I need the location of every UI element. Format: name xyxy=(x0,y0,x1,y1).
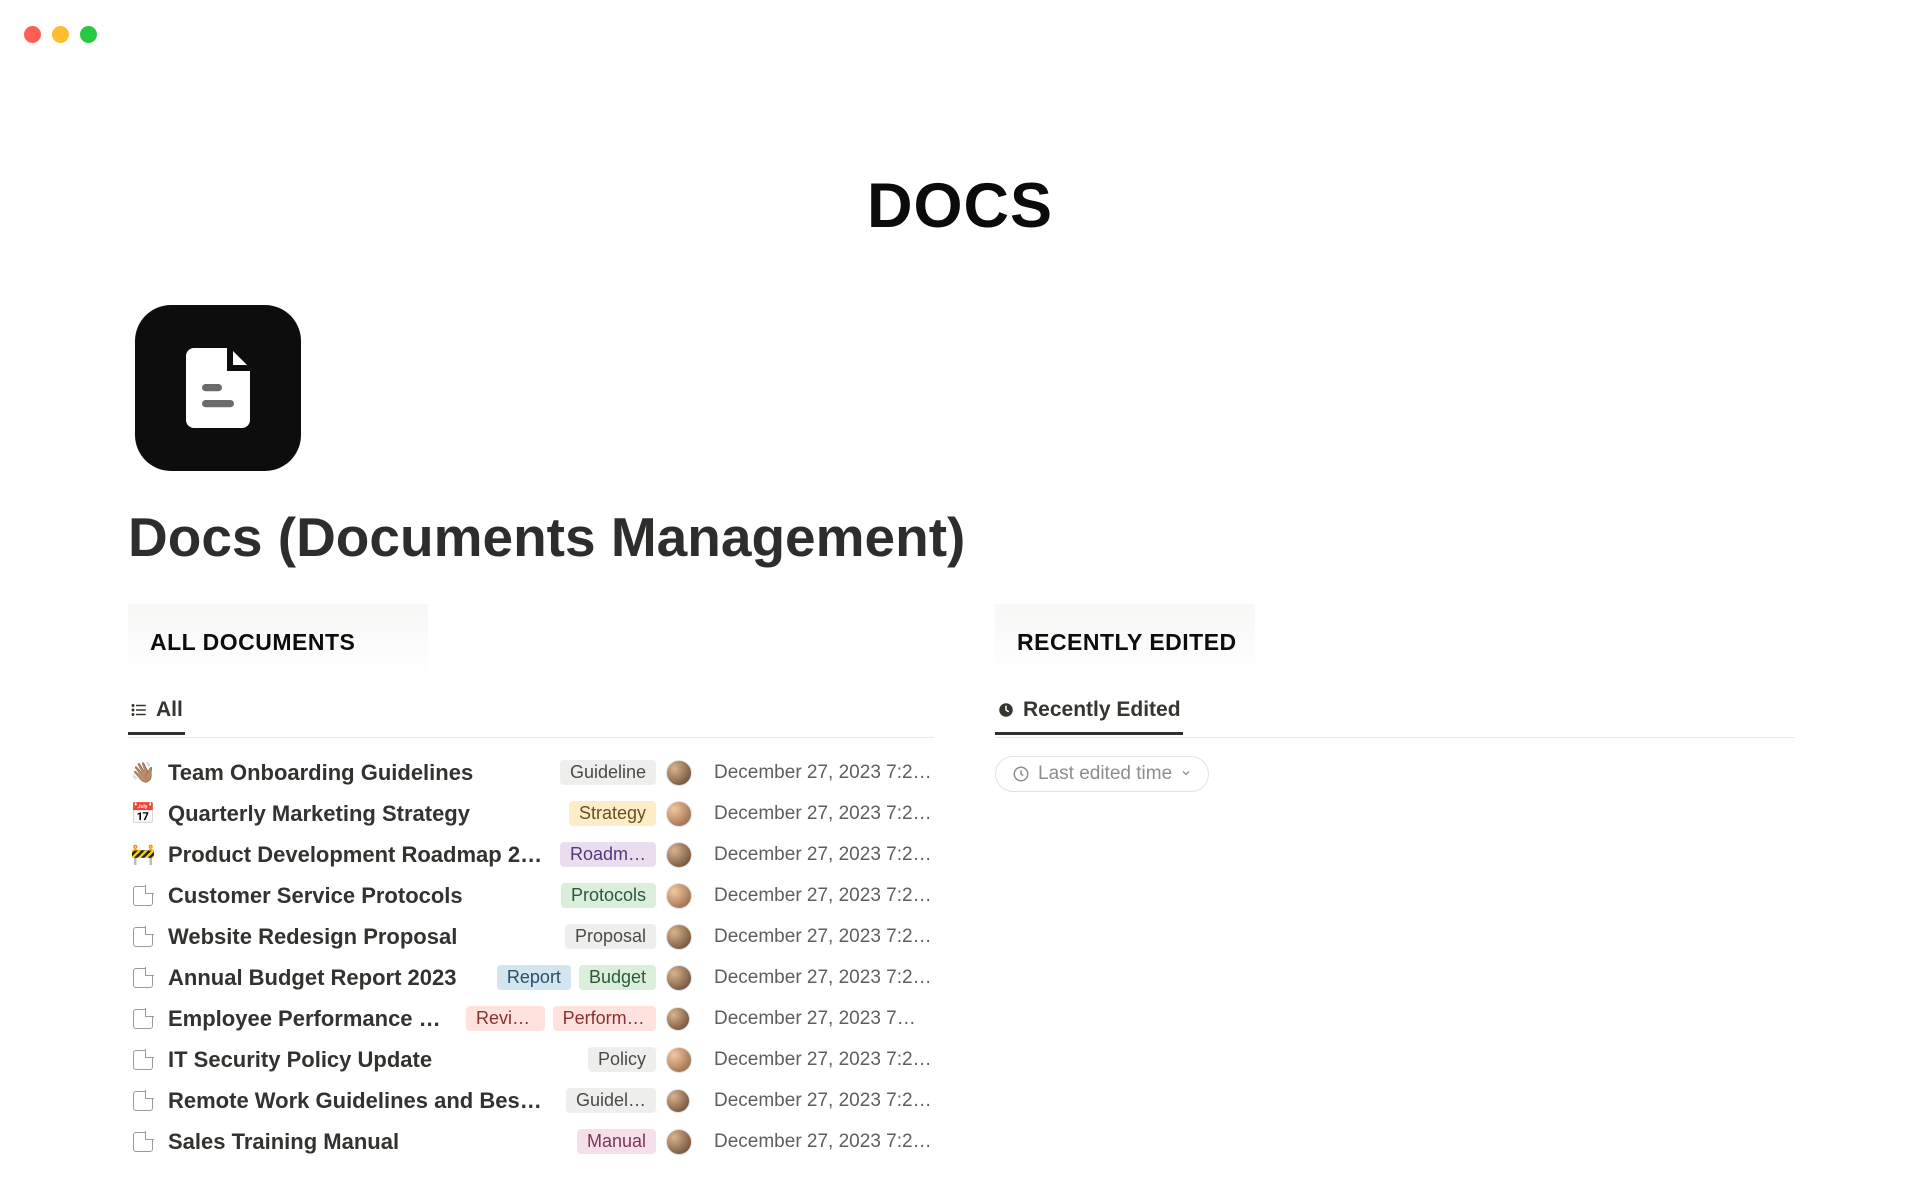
hero-title: DOCS xyxy=(0,170,1920,242)
window-traffic-lights xyxy=(24,26,97,43)
tab-recently-edited[interactable]: Recently Edited xyxy=(995,698,1183,734)
document-icon xyxy=(170,340,266,436)
calendar-icon: 📅 xyxy=(128,801,158,826)
doc-title: Product Development Roadmap 2… xyxy=(168,842,548,868)
filter-label: Last edited time xyxy=(1038,763,1172,785)
recently-edited-header: RECENTLY EDITED xyxy=(995,604,1255,680)
tag: Guideline xyxy=(560,760,656,785)
list-item[interactable]: Annual Budget Report 2023 Report Budget … xyxy=(128,957,934,998)
tag: Budget xyxy=(579,965,656,990)
tag: Proposal xyxy=(565,924,656,949)
doc-title: Annual Budget Report 2023 xyxy=(168,965,487,991)
minimize-window-button[interactable] xyxy=(52,26,69,43)
avatar xyxy=(666,1007,690,1031)
avatar xyxy=(666,1089,690,1113)
avatar xyxy=(666,801,692,827)
all-documents-header: ALL DOCUMENTS xyxy=(128,604,428,680)
list-item[interactable]: Sales Training Manual Manual December 27… xyxy=(128,1121,934,1162)
documents-list: 👋🏽 Team Onboarding Guidelines Guideline … xyxy=(128,752,934,1162)
page-icon xyxy=(128,1091,158,1111)
doc-timestamp: December 27, 2023 7:29 PM xyxy=(714,762,934,784)
page-icon xyxy=(128,927,158,947)
doc-timestamp: December 27, 2023 7:27 PM xyxy=(714,967,934,989)
page-icon xyxy=(128,968,158,988)
doc-timestamp: December 27, 2023 7:29 … xyxy=(714,844,934,866)
list-icon xyxy=(130,701,148,719)
page-icon xyxy=(128,1132,158,1152)
avatar xyxy=(666,760,692,786)
doc-title: Team Onboarding Guidelines xyxy=(168,760,548,786)
avatar xyxy=(666,924,692,950)
tag: Policy xyxy=(588,1047,656,1072)
doc-tags: Guidel… xyxy=(566,1088,656,1113)
avatar xyxy=(666,883,692,909)
list-item[interactable]: Website Redesign Proposal Proposal Decem… xyxy=(128,916,934,957)
doc-tags: Protocols xyxy=(561,883,656,908)
list-item[interactable]: Customer Service Protocols Protocols Dec… xyxy=(128,875,934,916)
list-item[interactable]: 🚧 Product Development Roadmap 2… Roadm… … xyxy=(128,834,934,875)
doc-timestamp: December 27, 2023 7:27 PM xyxy=(714,885,934,907)
doc-tags: Policy xyxy=(588,1047,656,1072)
page-icon[interactable] xyxy=(135,305,301,471)
wave-icon: 👋🏽 xyxy=(128,760,158,785)
avatar xyxy=(666,842,692,868)
doc-timestamp: December 27, 2023 7:29 PM xyxy=(714,803,934,825)
doc-tags: Manual xyxy=(577,1129,656,1154)
clock-outline-icon xyxy=(1012,765,1030,783)
doc-tags: Strategy xyxy=(569,801,656,826)
recently-edited-tabs: Recently Edited xyxy=(995,702,1795,738)
tag: Protocols xyxy=(561,883,656,908)
doc-title: Customer Service Protocols xyxy=(168,883,548,909)
avatar xyxy=(666,965,692,991)
tag: Review xyxy=(466,1006,545,1031)
doc-title: Sales Training Manual xyxy=(168,1129,548,1155)
page-icon xyxy=(128,1050,158,1070)
all-documents-tabs: All xyxy=(128,702,934,738)
list-item[interactable]: 👋🏽 Team Onboarding Guidelines Guideline … xyxy=(128,752,934,793)
chevron-down-icon xyxy=(1180,763,1192,785)
list-item[interactable]: IT Security Policy Update Policy Decembe… xyxy=(128,1039,934,1080)
page-icon xyxy=(128,1009,158,1029)
tag: Strategy xyxy=(569,801,656,826)
doc-tags: Proposal xyxy=(565,924,656,949)
tag: Guidel… xyxy=(566,1088,656,1113)
tag: Roadm… xyxy=(560,842,656,867)
clock-icon xyxy=(997,701,1015,719)
tag: Performan xyxy=(553,1006,656,1031)
doc-tags: Guideline xyxy=(560,760,656,785)
doc-title: Employee Performance Review… xyxy=(168,1006,456,1032)
doc-tags: Report Budget xyxy=(497,965,656,990)
avatar xyxy=(666,1129,692,1155)
list-item[interactable]: Employee Performance Review… Review Perf… xyxy=(128,998,934,1039)
doc-timestamp: December 27, 2023 7:27 PM xyxy=(714,926,934,948)
doc-timestamp: December 27, 2023 7:27 PM xyxy=(714,1049,934,1071)
tab-all[interactable]: All xyxy=(128,698,185,734)
doc-timestamp: December 27, 2023 7… xyxy=(714,1008,934,1030)
doc-title: Quarterly Marketing Strategy xyxy=(168,801,548,827)
tag: Manual xyxy=(577,1129,656,1154)
doc-timestamp: December 27, 2023 7:27 PM xyxy=(714,1131,934,1153)
page-icon xyxy=(128,886,158,906)
doc-title: IT Security Policy Update xyxy=(168,1047,548,1073)
doc-tags: Roadm… xyxy=(560,842,656,867)
tab-all-label: All xyxy=(156,698,183,722)
doc-title: Website Redesign Proposal xyxy=(168,924,548,950)
close-window-button[interactable] xyxy=(24,26,41,43)
doc-timestamp: December 27, 2023 7:2… xyxy=(714,1090,934,1112)
construction-icon: 🚧 xyxy=(128,842,158,867)
list-item[interactable]: 📅 Quarterly Marketing Strategy Strategy … xyxy=(128,793,934,834)
page-title: Docs (Documents Management) xyxy=(128,505,965,569)
avatar xyxy=(666,1047,692,1073)
tag: Report xyxy=(497,965,571,990)
doc-title: Remote Work Guidelines and Best Pr… xyxy=(168,1088,548,1114)
zoom-window-button[interactable] xyxy=(80,26,97,43)
doc-tags: Review Performan xyxy=(466,1006,656,1031)
last-edited-time-filter[interactable]: Last edited time xyxy=(995,756,1209,792)
list-item[interactable]: Remote Work Guidelines and Best Pr… Guid… xyxy=(128,1080,934,1121)
tab-recently-edited-label: Recently Edited xyxy=(1023,698,1181,722)
